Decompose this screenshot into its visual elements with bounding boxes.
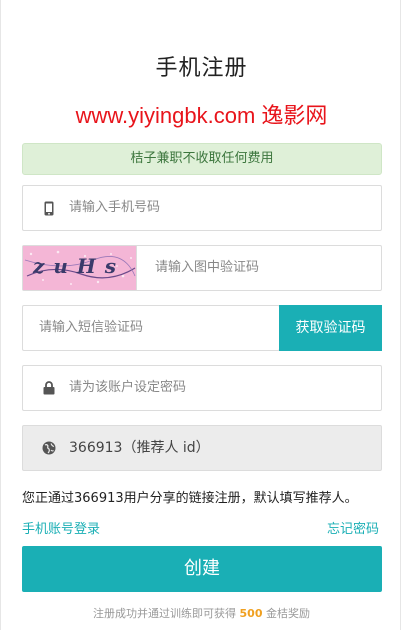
lock-icon [41, 380, 57, 396]
create-button[interactable]: 创建 [22, 546, 382, 592]
sms-code-placeholder: 请输入短信验证码 [39, 320, 144, 335]
captcha-image[interactable]: zuHs [23, 246, 137, 290]
referrer-value: 366913（推荐人 id） [69, 440, 210, 456]
sms-code-field[interactable]: 请输入短信验证码 [22, 305, 280, 351]
reward-amount: 500 [239, 607, 263, 620]
password-placeholder: 请为该账户设定密码 [69, 380, 187, 395]
captcha-field[interactable]: zuHs 请输入图中验证码 [22, 245, 382, 291]
password-field[interactable]: 请为该账户设定密码 [22, 365, 382, 411]
reward-suffix: 金桔奖励 [265, 607, 310, 620]
page-title: 手机注册 [155, 56, 248, 81]
referrer-field: 366913（推荐人 id） [22, 425, 382, 471]
reward-footer: 注册成功并通过训练即可获得 500 金桔奖励 [1, 605, 401, 621]
forgot-password-link[interactable]: 忘记密码 [327, 518, 379, 537]
phone-placeholder: 请输入手机号码 [69, 200, 161, 215]
globe-icon [41, 440, 57, 456]
phone-login-link[interactable]: 手机账号登录 [22, 518, 100, 537]
referral-message: 您正通过366913用户分享的链接注册，默认填写推荐人。 [22, 491, 358, 506]
captcha-text: zuHs [33, 254, 126, 278]
captcha-placeholder: 请输入图中验证码 [155, 260, 260, 275]
mobile-phone-icon [41, 200, 57, 216]
get-sms-code-button[interactable]: 获取验证码 [279, 305, 382, 351]
register-page: 手机注册 www.yiyingbk.com 逸影网 桔子兼职不收取任何费用 请输… [0, 0, 401, 630]
phone-field[interactable]: 请输入手机号码 [22, 185, 382, 231]
site-watermark: www.yiyingbk.com 逸影网 [75, 103, 328, 128]
reward-prefix: 注册成功并通过训练即可获得 [93, 607, 237, 620]
notice-banner: 桔子兼职不收取任何费用 [22, 143, 382, 175]
